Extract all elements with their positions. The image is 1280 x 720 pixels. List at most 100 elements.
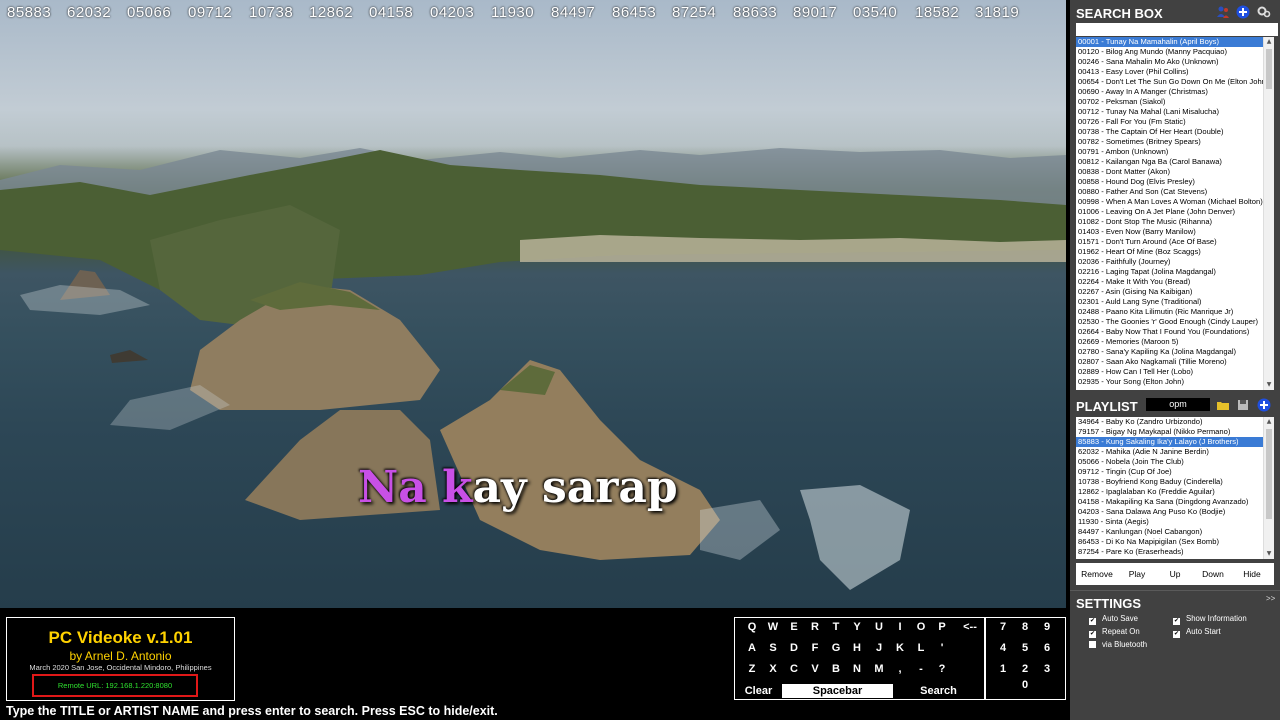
list-item[interactable]: 62032 - Mahika (Adie N Janine Berdin): [1076, 447, 1274, 457]
playlist-list[interactable]: 34964 - Baby Ko (Zandro Urbizondo) 79157…: [1076, 417, 1274, 559]
list-item[interactable]: 01571 - Don't Turn Around (Ace Of Base): [1076, 237, 1274, 247]
num-key[interactable]: 6: [1037, 642, 1057, 654]
search-list-scrollbar[interactable]: ▲ ▼: [1263, 37, 1274, 390]
users-icon[interactable]: [1216, 5, 1230, 19]
list-item[interactable]: 02301 - Auld Lang Syne (Traditional): [1076, 297, 1274, 307]
key[interactable]: K: [890, 642, 910, 654]
up-button[interactable]: Up: [1156, 567, 1194, 581]
backspace-key[interactable]: <--: [957, 621, 983, 633]
key[interactable]: M: [869, 663, 889, 675]
show-information-checkbox[interactable]: ✔ Show Information: [1173, 614, 1247, 625]
search-results-list[interactable]: 00001 - Tunay Na Mamahalin (April Boys) …: [1076, 37, 1274, 390]
list-item[interactable]: 02036 - Faithfully (Journey): [1076, 257, 1274, 267]
list-item[interactable]: 00812 - Kailangan Nga Ba (Carol Banawa): [1076, 157, 1274, 167]
add-icon[interactable]: [1257, 398, 1271, 412]
list-item[interactable]: 00654 - Don't Let The Sun Go Down On Me …: [1076, 77, 1274, 87]
key[interactable]: R: [805, 621, 825, 633]
list-item[interactable]: 85883 - Kung Sakaling Ika'y Lalayo (J Br…: [1076, 437, 1274, 447]
list-item[interactable]: 02267 - Asin (Gising Na Kaibigan): [1076, 287, 1274, 297]
key[interactable]: E: [784, 621, 804, 633]
list-item[interactable]: 02807 - Saan Ako Nagkamali (Tillie Moren…: [1076, 357, 1274, 367]
key[interactable]: Y: [847, 621, 867, 633]
num-key[interactable]: 5: [1015, 642, 1035, 654]
settings-icon[interactable]: [1257, 5, 1271, 19]
key[interactable]: B: [826, 663, 846, 675]
spacebar-button[interactable]: Spacebar: [782, 684, 893, 698]
list-item[interactable]: 00702 - Peksman (Siakol): [1076, 97, 1274, 107]
key[interactable]: ,: [890, 663, 910, 675]
key[interactable]: ': [932, 642, 952, 654]
key[interactable]: T: [826, 621, 846, 633]
num-key[interactable]: 2: [1015, 663, 1035, 675]
key[interactable]: V: [805, 663, 825, 675]
num-key[interactable]: 1: [993, 663, 1013, 675]
playlist-scrollbar[interactable]: ▲ ▼: [1263, 417, 1274, 559]
list-item[interactable]: 02889 - How Can I Tell Her (Lobo): [1076, 367, 1274, 377]
list-item[interactable]: 00998 - When A Man Loves A Woman (Michae…: [1076, 197, 1274, 207]
key[interactable]: J: [869, 642, 889, 654]
list-item[interactable]: 00246 - Sana Mahalin Mo Ako (Unknown): [1076, 57, 1274, 67]
list-item[interactable]: 34964 - Baby Ko (Zandro Urbizondo): [1076, 417, 1274, 427]
scroll-thumb[interactable]: [1266, 49, 1272, 89]
settings-expand-icon[interactable]: >>: [1266, 594, 1275, 603]
remote-url[interactable]: Remote URL: 192.168.1.220:8080: [32, 674, 198, 697]
key[interactable]: H: [847, 642, 867, 654]
key[interactable]: C: [784, 663, 804, 675]
num-key[interactable]: 7: [993, 621, 1013, 633]
num-key[interactable]: 3: [1037, 663, 1057, 675]
key[interactable]: X: [763, 663, 783, 675]
key[interactable]: P: [932, 621, 952, 633]
scroll-thumb[interactable]: [1266, 429, 1272, 519]
key[interactable]: Q: [742, 621, 762, 633]
hide-button[interactable]: Hide: [1233, 567, 1271, 581]
search-input[interactable]: [1076, 23, 1278, 36]
list-item[interactable]: 04203 - Sana Dalawa Ang Puso Ko (Bodjie): [1076, 507, 1274, 517]
play-button[interactable]: Play: [1118, 567, 1156, 581]
list-item[interactable]: 79157 - Bigay Ng Maykapal (Nikko Permano…: [1076, 427, 1274, 437]
key[interactable]: W: [763, 621, 783, 633]
list-item[interactable]: 00413 - Easy Lover (Phil Collins): [1076, 67, 1274, 77]
down-button[interactable]: Down: [1194, 567, 1232, 581]
list-item[interactable]: 02264 - Make It With You (Bread): [1076, 277, 1274, 287]
list-item[interactable]: 00690 - Away In A Manger (Christmas): [1076, 87, 1274, 97]
key[interactable]: F: [805, 642, 825, 654]
search-button[interactable]: Search: [894, 684, 983, 698]
key[interactable]: L: [911, 642, 931, 654]
scroll-down-icon[interactable]: ▼: [1264, 549, 1274, 559]
list-item[interactable]: 00838 - Dont Matter (Akon): [1076, 167, 1274, 177]
list-item[interactable]: 02488 - Paano Kita Lilimutin (Ric Manriq…: [1076, 307, 1274, 317]
list-item[interactable]: 00726 - Fall For You (Fm Static): [1076, 117, 1274, 127]
list-item[interactable]: 87254 - Pare Ko (Eraserheads): [1076, 547, 1274, 557]
list-item[interactable]: 02669 - Memories (Maroon 5): [1076, 337, 1274, 347]
list-item[interactable]: 12862 - Ipaglalaban Ko (Freddie Aguilar): [1076, 487, 1274, 497]
scroll-down-icon[interactable]: ▼: [1264, 380, 1274, 390]
save-icon[interactable]: [1236, 398, 1250, 412]
folder-icon[interactable]: [1216, 398, 1230, 412]
key[interactable]: ?: [932, 663, 952, 675]
key[interactable]: N: [847, 663, 867, 675]
list-item[interactable]: 02780 - Sana'y Kapiling Ka (Jolina Magda…: [1076, 347, 1274, 357]
list-item[interactable]: 86453 - Di Ko Na Mapipigilan (Sex Bomb): [1076, 537, 1274, 547]
add-icon[interactable]: [1236, 5, 1250, 19]
list-item[interactable]: 00738 - The Captain Of Her Heart (Double…: [1076, 127, 1274, 137]
num-key[interactable]: 9: [1037, 621, 1057, 633]
list-item[interactable]: 10738 - Boyfriend Kong Baduy (Cinderella…: [1076, 477, 1274, 487]
list-item[interactable]: 00880 - Father And Son (Cat Stevens): [1076, 187, 1274, 197]
repeat-on-checkbox[interactable]: ✔ Repeat On: [1089, 627, 1140, 638]
list-item[interactable]: 00001 - Tunay Na Mamahalin (April Boys): [1076, 37, 1274, 47]
auto-start-checkbox[interactable]: ✔ Auto Start: [1173, 627, 1221, 638]
list-item[interactable]: 02664 - Baby Now That I Found You (Found…: [1076, 327, 1274, 337]
list-item[interactable]: 01082 - Dont Stop The Music (Rihanna): [1076, 217, 1274, 227]
list-item[interactable]: 02216 - Laging Tapat (Jolina Magdangal): [1076, 267, 1274, 277]
clear-button[interactable]: Clear: [736, 684, 781, 698]
list-item[interactable]: 09712 - Tingin (Cup Of Joe): [1076, 467, 1274, 477]
list-item[interactable]: 84497 - Kanlungan (Noel Cabangon): [1076, 527, 1274, 537]
num-key[interactable]: 8: [1015, 621, 1035, 633]
num-key[interactable]: 4: [993, 642, 1013, 654]
list-item[interactable]: 00120 - Bilog Ang Mundo (Manny Pacquiao): [1076, 47, 1274, 57]
list-item[interactable]: 01403 - Even Now (Barry Manilow): [1076, 227, 1274, 237]
list-item[interactable]: 04158 - Makapiling Ka Sana (Dingdong Ava…: [1076, 497, 1274, 507]
key[interactable]: A: [742, 642, 762, 654]
key[interactable]: -: [911, 663, 931, 675]
key[interactable]: S: [763, 642, 783, 654]
